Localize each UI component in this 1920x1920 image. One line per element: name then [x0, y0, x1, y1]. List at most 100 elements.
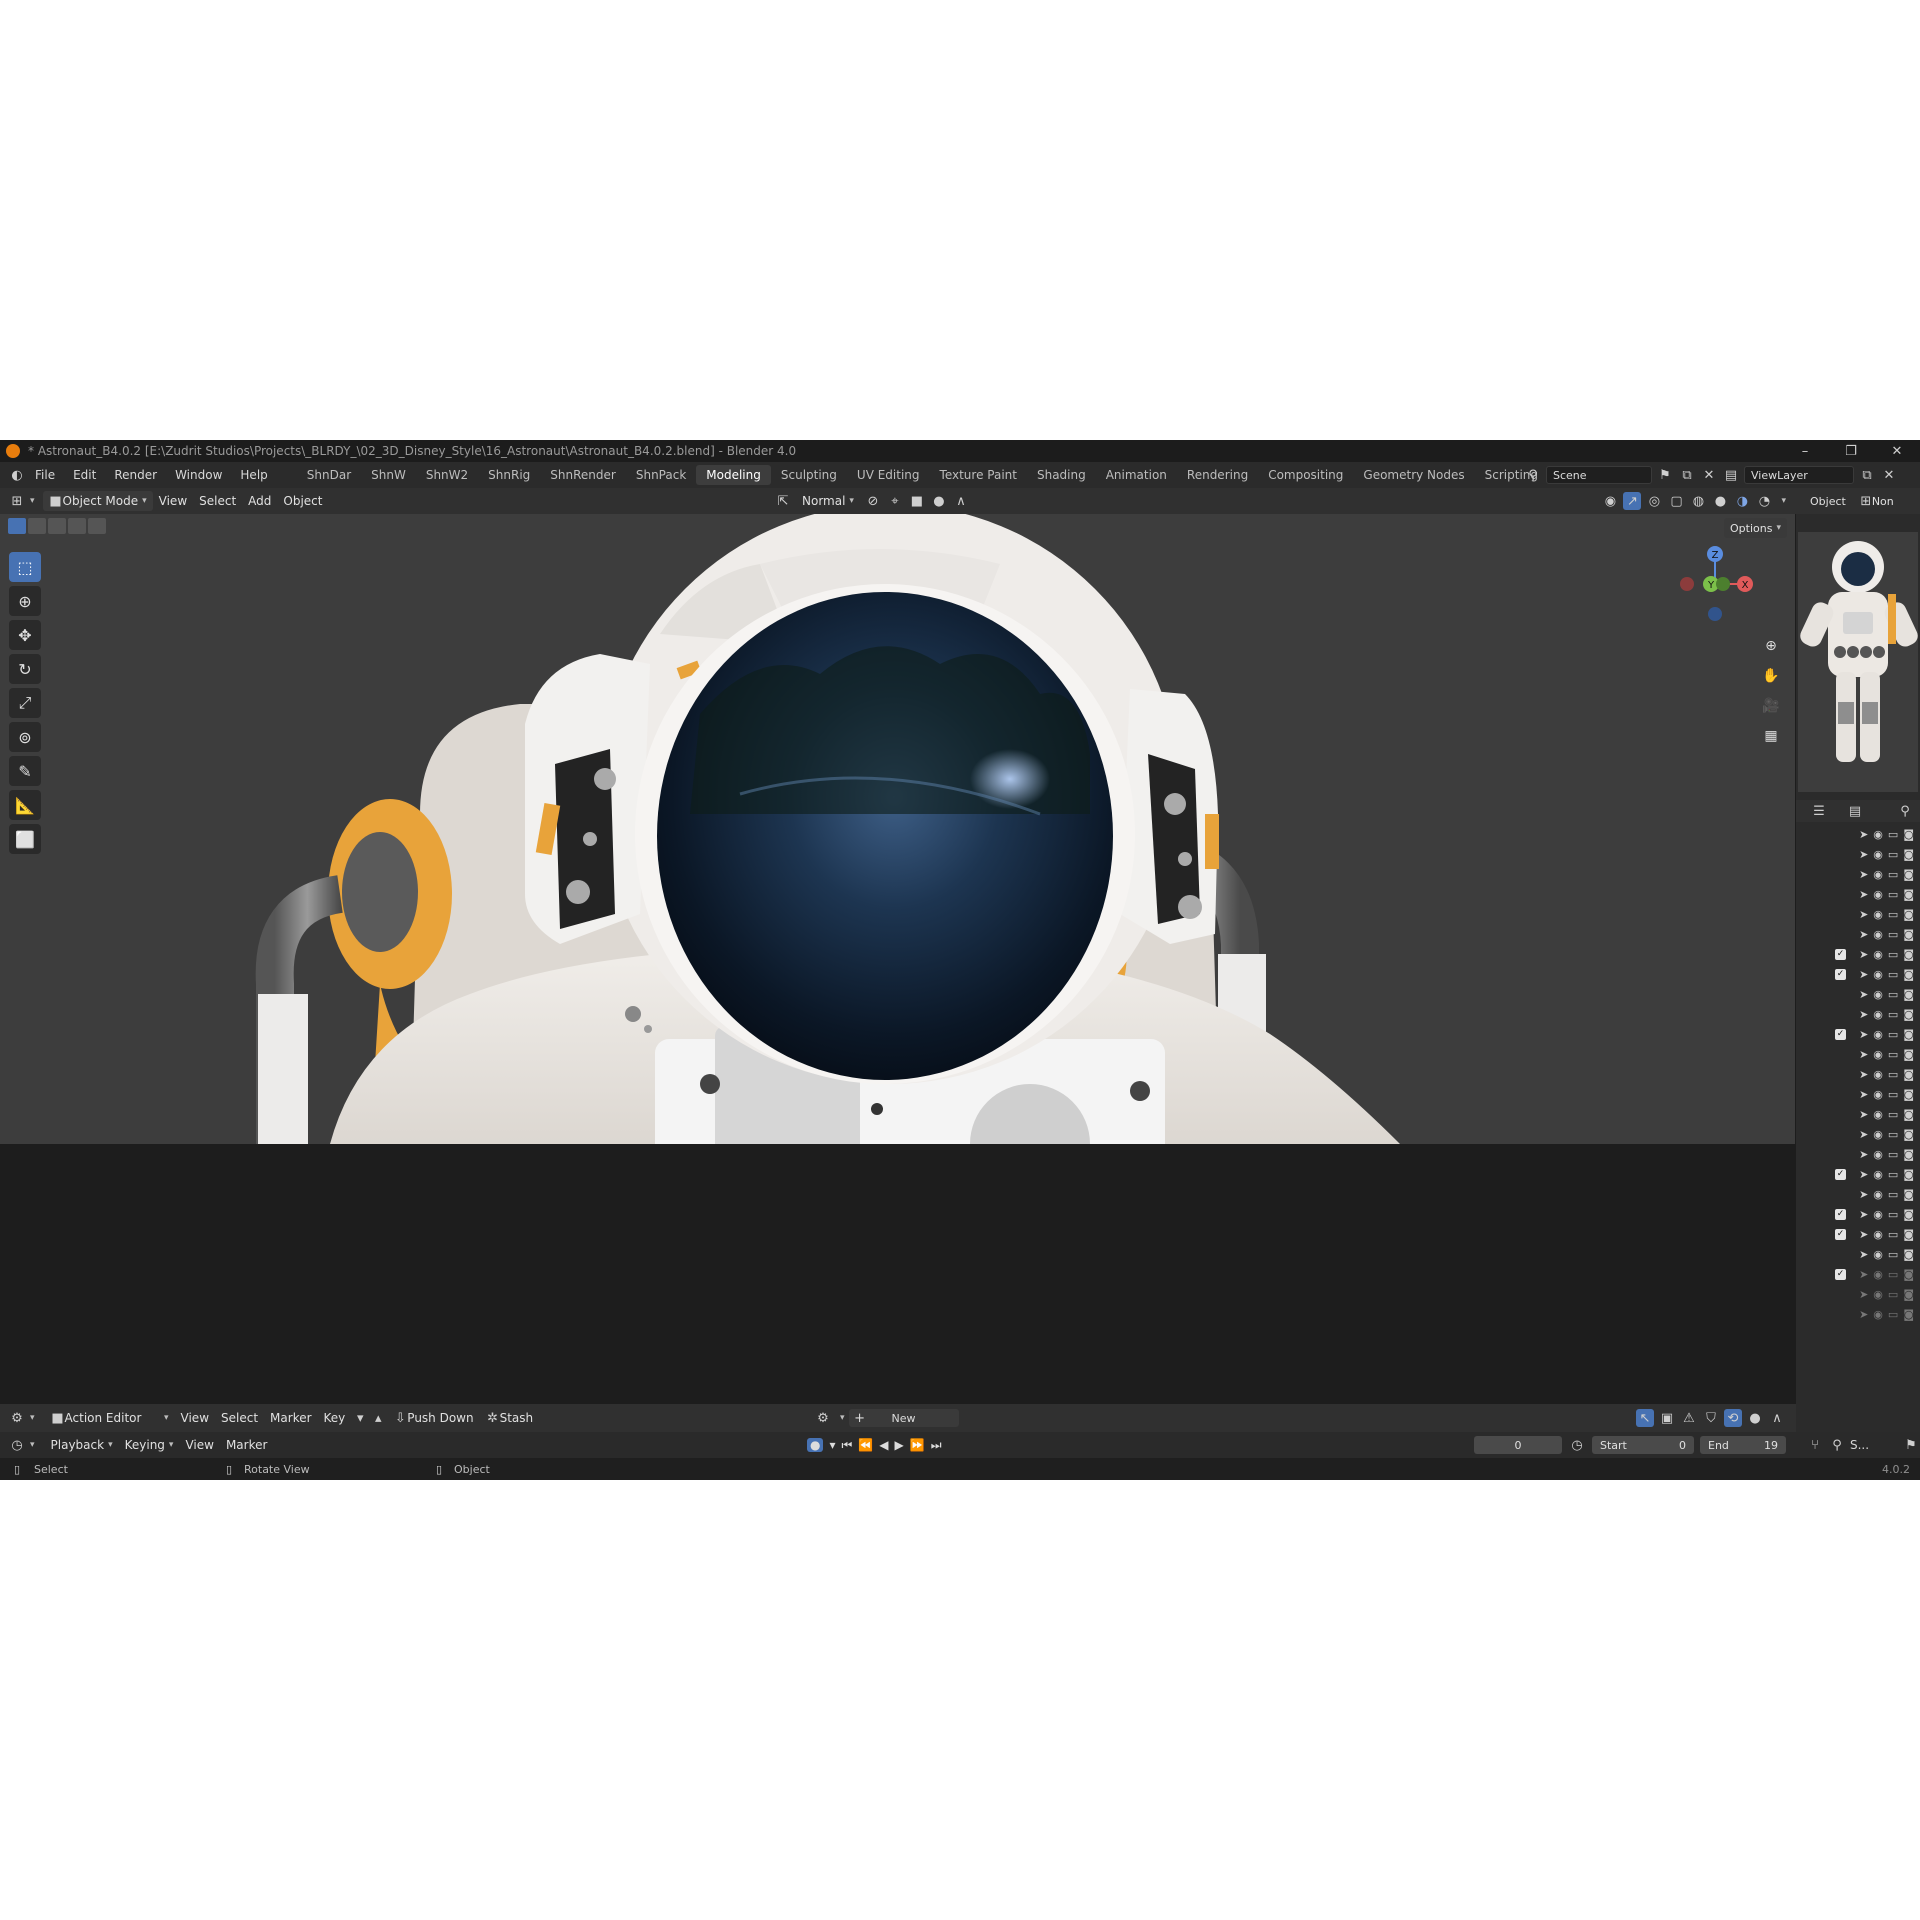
current-frame-field[interactable]: 0 [1474, 1436, 1562, 1454]
exclude-checkbox[interactable] [1835, 869, 1846, 880]
outliner-row[interactable]: ➤ ◉ ▭ ◙ [1796, 1304, 1920, 1324]
outliner-row[interactable]: ➤ ◉ ▭ ◙ [1796, 1184, 1920, 1204]
outliner-row[interactable]: ➤ ◉ ▭ ◙ [1796, 864, 1920, 884]
exclude-checkbox[interactable] [1835, 1129, 1846, 1140]
data-tab-icon[interactable]: ⊞ [1860, 492, 1872, 510]
camera-render-icon[interactable]: ◙ [1903, 1088, 1914, 1101]
eye-icon[interactable]: ◉ [1873, 988, 1883, 1001]
eye-icon[interactable]: ◉ [1873, 1008, 1883, 1021]
menu-file[interactable]: File [26, 468, 64, 482]
view-layer-field[interactable]: ViewLayer [1744, 466, 1854, 484]
monitor-icon[interactable]: ▭ [1888, 1068, 1898, 1081]
outliner-row[interactable]: ➤ ◉ ▭ ◙ [1796, 904, 1920, 924]
delete-scene-icon[interactable]: ✕ [1700, 466, 1718, 484]
outliner-row[interactable]: ✓ ➤ ◉ ▭ ◙ [1796, 1164, 1920, 1184]
outliner-row[interactable]: ➤ ◉ ▭ ◙ [1796, 1244, 1920, 1264]
annotate-tool-icon[interactable]: ✎ [9, 756, 41, 786]
tab-geometry-nodes[interactable]: Geometry Nodes [1353, 465, 1474, 485]
selectable-arrow-icon[interactable]: ➤ [1859, 948, 1868, 961]
tab-uv-editing[interactable]: UV Editing [847, 465, 930, 485]
camera-render-icon[interactable]: ◙ [1903, 828, 1914, 841]
selectable-arrow-icon[interactable]: ➤ [1859, 1288, 1868, 1301]
editor-type-icon[interactable]: ⊞ [8, 492, 26, 510]
rendered-shading-icon[interactable]: ◔ [1755, 492, 1773, 510]
gizmo-toggle-icon[interactable]: ↗ [1623, 492, 1642, 510]
pin-icon[interactable]: ⚑ [1656, 466, 1674, 484]
outliner-row[interactable]: ➤ ◉ ▭ ◙ [1796, 1124, 1920, 1144]
filter-icon[interactable]: ▤ [1846, 802, 1864, 820]
selectable-arrow-icon[interactable]: ➤ [1859, 1088, 1868, 1101]
action-browse-icon[interactable]: ⚙ [814, 1409, 832, 1427]
monitor-icon[interactable]: ▭ [1888, 968, 1898, 981]
ortho-grid-icon[interactable]: ▦ [1759, 724, 1783, 748]
dopesheet-menu-view[interactable]: View [175, 1408, 215, 1428]
exclude-checkbox[interactable]: ✓ [1835, 1028, 1847, 1040]
stash-button[interactable]: ✲ Stash [480, 1408, 540, 1428]
monitor-icon[interactable]: ▭ [1888, 1088, 1898, 1101]
add-cube-tool-icon[interactable]: ⬜ [9, 824, 41, 854]
exclude-checkbox[interactable] [1835, 909, 1846, 920]
selectable-arrow-icon[interactable]: ➤ [1859, 1108, 1868, 1121]
only-selected-icon[interactable]: ↖ [1636, 1409, 1654, 1427]
dopesheet-menu-key[interactable]: Key [318, 1408, 352, 1428]
selectable-arrow-icon[interactable]: ➤ [1859, 1168, 1868, 1181]
camera-render-icon[interactable]: ◙ [1903, 848, 1914, 861]
zoom-icon[interactable]: ⊕ [1759, 634, 1783, 658]
selectable-arrow-icon[interactable]: ➤ [1859, 1268, 1868, 1281]
selectable-arrow-icon[interactable]: ➤ [1859, 988, 1868, 1001]
object-mode-dropdown[interactable]: ■ Object Mode ▾ [42, 491, 153, 511]
preview-range-icon[interactable]: ◷ [1568, 1436, 1586, 1454]
exclude-checkbox[interactable] [1835, 829, 1846, 840]
selectable-arrow-icon[interactable]: ➤ [1859, 848, 1868, 861]
menu-render[interactable]: Render [105, 468, 166, 482]
layer-down-icon[interactable]: ▾ [351, 1409, 369, 1427]
eye-icon[interactable]: ◉ [1873, 1088, 1883, 1101]
camera-render-icon[interactable]: ◙ [1903, 1148, 1914, 1161]
tab-compositing[interactable]: Compositing [1258, 465, 1353, 485]
selectable-arrow-icon[interactable]: ➤ [1859, 1068, 1868, 1081]
camera-render-icon[interactable]: ◙ [1903, 948, 1914, 961]
tab-rendering[interactable]: Rendering [1177, 465, 1258, 485]
camera-render-icon[interactable]: ◙ [1903, 1008, 1914, 1021]
monitor-icon[interactable]: ▭ [1888, 1268, 1898, 1281]
outliner-row[interactable]: ➤ ◉ ▭ ◙ [1796, 1104, 1920, 1124]
xray-icon[interactable]: ▢ [1667, 492, 1685, 510]
options-dropdown[interactable]: Options ▾ [1724, 518, 1787, 538]
pan-hand-icon[interactable]: ✋ [1759, 664, 1783, 688]
selectable-arrow-icon[interactable]: ➤ [1859, 888, 1868, 901]
jump-keyframe-forward-icon[interactable]: ⏩ [910, 1438, 925, 1452]
snap-target-icon[interactable]: ■ [908, 492, 926, 510]
overlay-icon[interactable]: ◎ [1645, 492, 1663, 510]
view-layer-icon[interactable]: ▤ [1722, 466, 1740, 484]
3d-viewport[interactable]: ⬚ ⊕ ✥ ↻ ⤢ ⊚ ✎ 📐 ⬜ Options ▾ Z X Y ⊕ ✋ 🎥 … [0, 514, 1795, 1144]
delete-view-layer-icon[interactable]: ✕ [1880, 466, 1898, 484]
jump-start-icon[interactable]: ⏮ [842, 1438, 853, 1453]
dopesheet-menu-select[interactable]: Select [215, 1408, 264, 1428]
camera-render-icon[interactable]: ◙ [1903, 1048, 1914, 1061]
camera-render-icon[interactable]: ◙ [1903, 1128, 1914, 1141]
timeline-menu-playback[interactable]: Playback ▾ [45, 1435, 119, 1455]
orientation-dropdown[interactable]: Normal ▾ [796, 491, 860, 511]
transform-orientation-icon[interactable]: ⇱ [774, 492, 792, 510]
eye-icon[interactable]: ◉ [1873, 1148, 1883, 1161]
outliner-row[interactable]: ➤ ◉ ▭ ◙ [1796, 1064, 1920, 1084]
monitor-icon[interactable]: ▭ [1888, 848, 1898, 861]
menu-help[interactable]: Help [231, 468, 276, 482]
dopesheet-menu-marker[interactable]: Marker [264, 1408, 317, 1428]
scene-data-icon[interactable]: ⚲ [1828, 1436, 1846, 1454]
viewport-menu-object[interactable]: Object [277, 491, 328, 511]
eye-icon[interactable]: ◉ [1873, 1168, 1883, 1181]
selectable-arrow-icon[interactable]: ➤ [1859, 1148, 1868, 1161]
selectable-arrow-icon[interactable]: ➤ [1859, 1008, 1868, 1021]
tab-modeling[interactable]: Modeling [696, 465, 771, 485]
selectable-arrow-icon[interactable]: ➤ [1859, 1028, 1868, 1041]
eye-icon[interactable]: ◉ [1873, 1108, 1883, 1121]
selectable-arrow-icon[interactable]: ➤ [1859, 1248, 1868, 1261]
maximize-button[interactable]: ❐ [1828, 440, 1874, 462]
monitor-icon[interactable]: ▭ [1888, 868, 1898, 881]
camera-render-icon[interactable]: ◙ [1903, 888, 1914, 901]
proportional-icon[interactable]: ● [1746, 1409, 1764, 1427]
auto-snap-icon[interactable]: ⟲ [1724, 1409, 1742, 1427]
viewport-menu-add[interactable]: Add [242, 491, 277, 511]
viewport-menu-view[interactable]: View [153, 491, 193, 511]
